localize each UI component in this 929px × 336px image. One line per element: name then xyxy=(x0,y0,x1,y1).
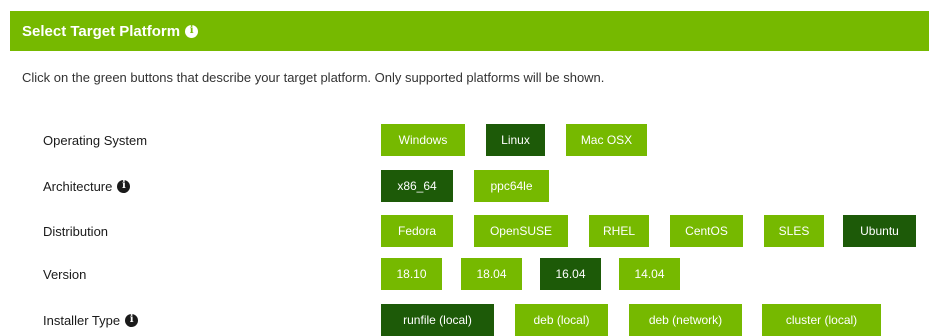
option-runfile-local[interactable]: runfile (local) xyxy=(381,304,494,336)
option-rhel[interactable]: RHEL xyxy=(589,215,649,247)
info-icon[interactable]: i xyxy=(185,24,199,38)
option-18-04[interactable]: 18.04 xyxy=(461,258,522,290)
row-architecture: Architecture i x86_64 ppc64le xyxy=(0,170,929,202)
option-16-04[interactable]: 16.04 xyxy=(540,258,601,290)
row-installer-type: Installer Type i runfile (local) deb (lo… xyxy=(0,304,929,336)
option-windows[interactable]: Windows xyxy=(381,124,465,156)
option-sles[interactable]: SLES xyxy=(764,215,824,247)
row-label: Operating System xyxy=(43,124,147,156)
row-operating-system: Operating System Windows Linux Mac OSX xyxy=(0,124,929,156)
option-ppc64le[interactable]: ppc64le xyxy=(474,170,549,202)
row-label: Distribution xyxy=(43,215,108,247)
option-deb-local[interactable]: deb (local) xyxy=(515,304,608,336)
section-header: Select Target Platform i xyxy=(10,11,929,51)
row-distribution: Distribution Fedora OpenSUSE RHEL CentOS… xyxy=(0,215,929,247)
row-label: Architecture i xyxy=(43,170,131,202)
row-label-text: Installer Type xyxy=(43,312,121,328)
row-label: Version xyxy=(43,258,86,290)
option-fedora[interactable]: Fedora xyxy=(381,215,453,247)
option-centos[interactable]: CentOS xyxy=(670,215,743,247)
option-linux[interactable]: Linux xyxy=(486,124,545,156)
option-14-04[interactable]: 14.04 xyxy=(619,258,680,290)
row-label-text: Version xyxy=(43,266,87,282)
row-version: Version 18.10 18.04 16.04 14.04 xyxy=(0,258,929,290)
option-cluster-local[interactable]: cluster (local) xyxy=(762,304,881,336)
row-label: Installer Type i xyxy=(43,304,139,336)
row-label-text: Operating System xyxy=(43,132,148,148)
option-ubuntu[interactable]: Ubuntu xyxy=(843,215,916,247)
section-title: Select Target Platform xyxy=(22,22,181,40)
option-18-10[interactable]: 18.10 xyxy=(381,258,442,290)
instructions-text: Click on the green buttons that describe… xyxy=(22,70,605,85)
option-opensuse[interactable]: OpenSUSE xyxy=(474,215,568,247)
option-mac-osx[interactable]: Mac OSX xyxy=(566,124,647,156)
option-x86-64[interactable]: x86_64 xyxy=(381,170,453,202)
info-icon[interactable]: i xyxy=(117,179,131,193)
row-label-text: Distribution xyxy=(43,223,109,239)
info-icon[interactable]: i xyxy=(125,313,139,327)
row-label-text: Architecture xyxy=(43,178,113,194)
option-deb-network[interactable]: deb (network) xyxy=(629,304,742,336)
